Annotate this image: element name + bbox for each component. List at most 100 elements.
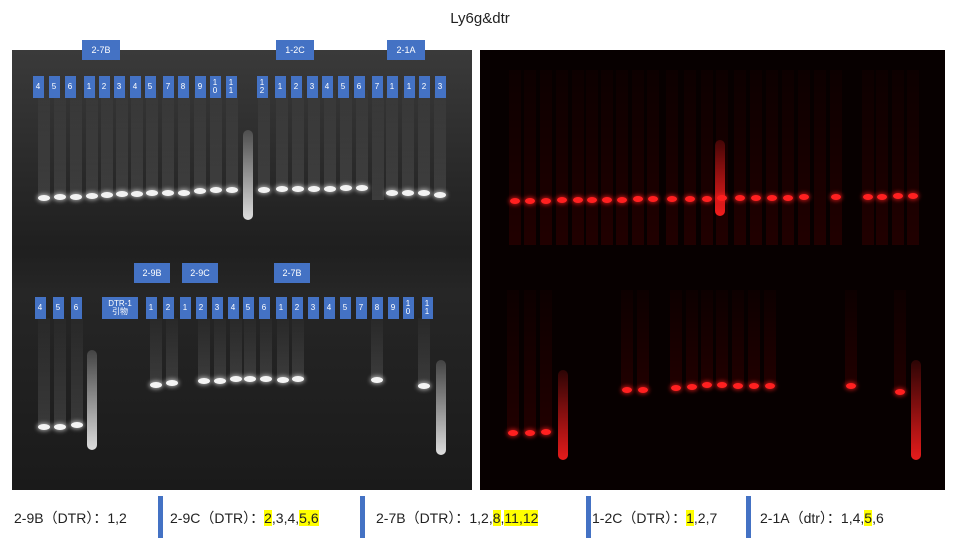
lane-label: 5 (52, 297, 64, 319)
fluorescent-band (587, 197, 597, 203)
lane-label: 2 (195, 297, 207, 319)
gel-lane (38, 318, 50, 427)
gel-lane (308, 90, 320, 189)
lane-label: 1 1 (225, 76, 237, 98)
fluorescent-band (525, 430, 535, 436)
gel-band (70, 194, 82, 200)
lane-label: 2 (290, 76, 302, 98)
lane-label: 1 (274, 76, 286, 98)
gel-lane (372, 90, 384, 200)
fluorescent-band (617, 196, 627, 203)
result-1-2c: 1-2C（DTR）：1,2,7 (592, 508, 717, 528)
gel-lane (101, 90, 113, 195)
fluorescent-band (863, 193, 873, 200)
fluorescent-lane (876, 70, 888, 245)
ladder-smear (87, 350, 97, 450)
lane-label: 2 (162, 297, 174, 319)
lane-label: 3 (113, 76, 125, 98)
gel-band (150, 382, 162, 388)
gel-lane (226, 90, 238, 190)
group-label: 2-9C (182, 263, 218, 283)
lane-label: 1 (145, 297, 157, 319)
fluorescent-band (687, 384, 697, 390)
lane-label: 4 (321, 76, 333, 98)
fluorescent-lane (616, 70, 628, 245)
lane-label: 9 (387, 297, 399, 319)
gel-band (146, 190, 158, 196)
fluorescent-band (702, 195, 712, 202)
gel-image-red-fluorescence (480, 50, 945, 490)
gel-lane (277, 318, 289, 380)
gel-band (371, 377, 383, 383)
gel-band (166, 380, 178, 386)
fluorescent-band (767, 194, 777, 201)
lane-label: 5 (337, 76, 349, 98)
gel-band (131, 191, 143, 197)
fluorescent-lane (684, 70, 696, 245)
fluorescent-lane (621, 290, 633, 390)
lane-label: 7 (371, 76, 383, 98)
lane-label: 4 (32, 76, 44, 98)
gel-lane (210, 90, 222, 190)
lane-label: 1 (386, 76, 398, 98)
lane-label: 2 (418, 76, 430, 98)
lane-label: 1 1 (421, 297, 433, 319)
lane-number: 1,2, (469, 510, 493, 526)
fluorescent-lane (764, 290, 776, 386)
gel-band (214, 378, 226, 384)
gel-lane (116, 90, 128, 194)
lane-label: 6 (258, 297, 270, 319)
gel-band (116, 191, 128, 197)
gel-band (308, 186, 320, 192)
gel-lane (418, 90, 430, 193)
gel-band (324, 186, 336, 192)
gel-lane (292, 318, 304, 379)
lane-number: ,2,7 (693, 510, 718, 526)
fluorescent-lane (586, 70, 598, 245)
gel-lane (131, 90, 143, 194)
lane-label: 7 (162, 76, 174, 98)
results-summary: 2-9B（DTR）：1,2 2-9C（DTR）：2,3,4,5,6 2-7B（D… (0, 496, 960, 540)
fluorescent-band (622, 387, 632, 393)
lane-label: 1 (83, 76, 95, 98)
fluorescent-lane (524, 290, 536, 433)
gel-lane (324, 90, 336, 189)
highlighted-lane-number: 5,6 (299, 510, 319, 526)
group-label: 2-7B (274, 263, 310, 283)
gel-lane (214, 318, 226, 381)
gel-lane (162, 90, 174, 193)
fluorescent-lane (601, 70, 613, 245)
group-label: 1-2C (276, 40, 314, 60)
lane-label: 1 0 (209, 76, 221, 98)
gel-band (244, 376, 256, 382)
gel-lane (150, 318, 162, 385)
lane-label: 4 (323, 297, 335, 319)
gel-lane (146, 90, 158, 193)
lane-label: 4 (227, 297, 239, 319)
fluorescent-lane (892, 70, 904, 245)
gel-lane (166, 318, 178, 383)
lane-label: 5 (242, 297, 254, 319)
gel-band (86, 193, 98, 199)
gel-lane (71, 318, 83, 425)
gel-band (38, 424, 50, 430)
gel-band (418, 190, 430, 196)
figure-title: Ly6g&dtr (450, 10, 510, 27)
separator (360, 496, 365, 538)
gel-lane (371, 318, 383, 380)
lane-label: 1 0 (402, 297, 414, 319)
fluorescent-band (671, 385, 681, 391)
gel-band (54, 424, 66, 430)
lane-label: 3 (211, 297, 223, 319)
fluorescent-lane (750, 70, 762, 245)
result-prefix: 2-1A（dtr）： (760, 510, 841, 526)
lane-label: 8 (177, 76, 189, 98)
fluorescent-band (831, 194, 841, 200)
lane-number: 1,2 (107, 510, 127, 526)
gel-band (194, 188, 206, 194)
highlighted-lane-number: 1 (686, 510, 694, 526)
gel-lane (54, 318, 66, 427)
gel-lane (434, 90, 446, 195)
group-label: 2-1A (387, 40, 425, 60)
lane-number: ,6 (872, 510, 884, 526)
